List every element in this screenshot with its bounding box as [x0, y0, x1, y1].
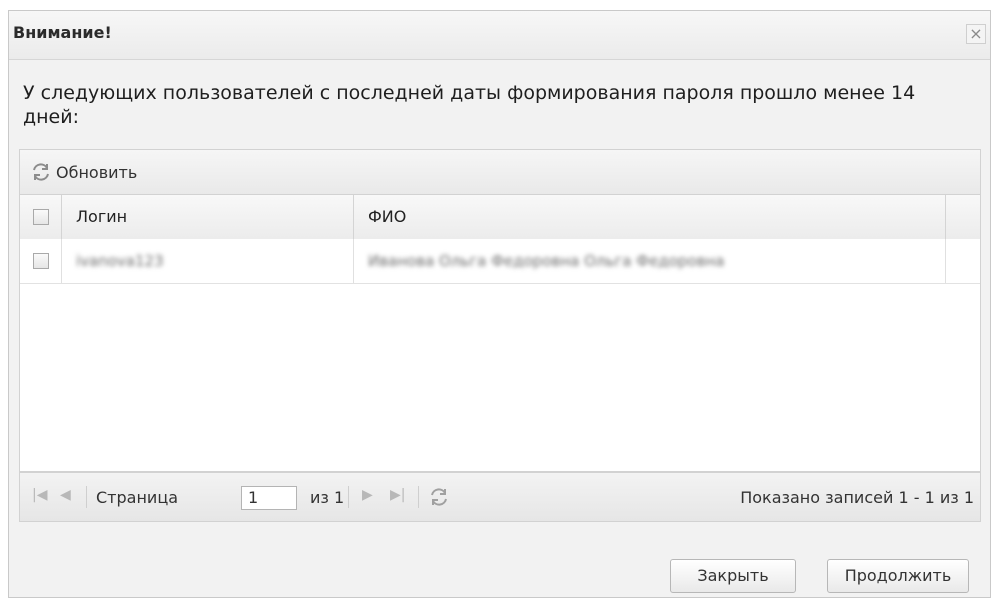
warning-dialog: Внимание! × У следующих пользователей с … [8, 10, 991, 598]
page-count: из 1 [310, 488, 345, 507]
close-icon[interactable]: × [966, 24, 986, 44]
divider [86, 486, 87, 508]
dialog-title: Внимание! [13, 23, 112, 42]
dialog-titlebar: Внимание! × [9, 11, 990, 60]
next-page-icon[interactable]: ▶ [362, 487, 373, 503]
column-header-fio[interactable]: ФИО [354, 195, 946, 239]
users-grid: Логин ФИО ivanova123 Иванова Ольга Федор… [19, 195, 981, 472]
fio-value: Иванова Ольга Федоровна Ольга Федоровна [368, 252, 725, 270]
close-button[interactable]: Закрыть [670, 559, 796, 593]
fio-cell: Иванова Ольга Федоровна Ольга Федоровна [354, 239, 946, 283]
page-label: Страница [96, 488, 179, 507]
header-select-cell [20, 195, 62, 239]
refresh-icon[interactable] [428, 486, 450, 508]
refresh-button[interactable]: Обновить [30, 160, 137, 184]
table-row[interactable]: ivanova123 Иванова Ольга Федоровна Ольга… [20, 239, 980, 284]
warning-message: У следующих пользователей с последней да… [23, 82, 916, 128]
refresh-label: Обновить [56, 162, 138, 182]
login-cell: ivanova123 [62, 239, 354, 283]
row-checkbox[interactable] [33, 253, 49, 269]
column-header-login[interactable]: Логин [62, 195, 354, 239]
records-info: Показано записей 1 - 1 из 1 [740, 488, 974, 507]
last-page-icon[interactable]: ▶| [390, 487, 405, 503]
first-page-icon[interactable]: |◀ [32, 487, 47, 503]
prev-page-icon[interactable]: ◀ [60, 487, 71, 503]
paging-toolbar: |◀ ◀ Страница 1 из 1 ▶ ▶| Показано запис… [19, 472, 981, 522]
login-value: ivanova123 [76, 252, 164, 270]
grid-header: Логин ФИО [20, 195, 980, 240]
row-select-cell [20, 239, 62, 283]
divider [348, 486, 349, 508]
page-input[interactable]: 1 [241, 486, 297, 510]
select-all-checkbox[interactable] [33, 209, 49, 225]
refresh-icon [33, 163, 49, 181]
grid-toolbar: Обновить [19, 149, 981, 195]
continue-button[interactable]: Продолжить [827, 559, 969, 593]
divider [418, 486, 419, 508]
